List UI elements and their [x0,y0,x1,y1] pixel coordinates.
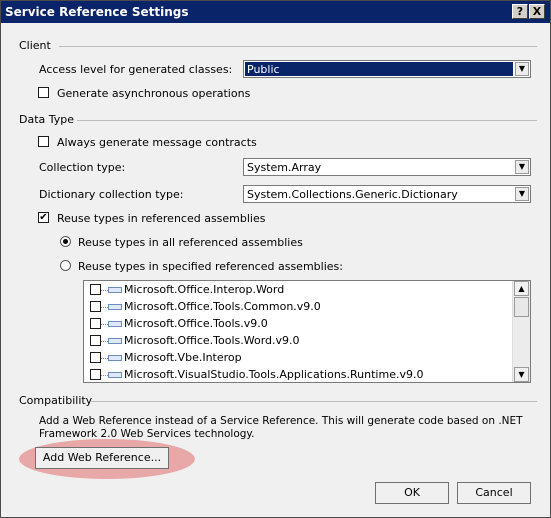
assembly-checkbox[interactable] [90,335,101,346]
async-operations-label[interactable]: Generate asynchronous operations [57,87,250,100]
arrow-up-icon[interactable]: ▲ [514,281,529,296]
list-item[interactable]: Microsoft.VisualStudio.Tools.Application… [84,366,512,382]
dictionary-type-label: Dictionary collection type: [39,188,184,201]
reuse-types-label[interactable]: Reuse types in referenced assemblies [57,212,266,225]
scrollbar-thumb[interactable] [514,297,529,317]
assembly-icon [101,321,122,327]
reuse-all-radio[interactable] [60,236,71,247]
assembly-name: Microsoft.Office.Tools.v9.0 [124,317,268,330]
compatibility-description-line1: Add a Web Reference instead of a Service… [39,415,523,427]
reuse-specified-radio[interactable] [60,260,71,271]
close-button[interactable]: X [529,4,545,19]
data-type-section-divider [77,120,537,121]
access-level-label: Access level for generated classes: [39,63,233,76]
selection-highlight [245,62,513,76]
assembly-name: Microsoft.VisualStudio.Tools.Application… [124,368,424,381]
always-generate-contracts-label[interactable]: Always generate message contracts [57,136,257,149]
reuse-specified-label[interactable]: Reuse types in specified referenced asse… [78,260,343,273]
assembly-name: Microsoft.Office.Tools.Common.v9.0 [124,300,321,313]
assembly-checkbox[interactable] [90,369,101,380]
client-section-label: Client [19,39,51,52]
add-web-reference-button[interactable]: Add Web Reference... [35,447,169,469]
list-item[interactable]: Microsoft.Office.Tools.Common.v9.0 [84,298,512,315]
assembly-icon [101,304,122,310]
chevron-down-icon[interactable]: ▼ [515,62,529,76]
dictionary-type-dropdown[interactable]: System.Collections.Generic.Dictionary ▼ [243,185,531,203]
client-section-divider [59,46,537,47]
list-item[interactable]: Microsoft.Office.Tools.v9.0 [84,315,512,332]
assembly-checkbox[interactable] [90,318,101,329]
assembly-name: Microsoft.Vbe.Interop [124,351,242,364]
assembly-name: Microsoft.Office.Interop.Word [124,283,285,296]
assemblies-scrollbar[interactable]: ▲ ▼ [512,281,530,382]
assembly-icon [101,372,122,378]
compatibility-description-line2: Framework 2.0 Web Services technology. [39,428,255,440]
reuse-all-label[interactable]: Reuse types in all referenced assemblies [78,236,303,249]
cancel-button[interactable]: Cancel [457,482,531,504]
async-operations-checkbox[interactable] [38,87,49,98]
collection-type-dropdown[interactable]: System.Array ▼ [243,158,531,176]
list-item[interactable]: Microsoft.Office.Tools.Word.v9.0 [84,332,512,349]
assembly-icon [101,287,122,293]
assembly-checkbox[interactable] [90,284,101,295]
assembly-checkbox[interactable] [90,301,101,312]
list-item[interactable]: Microsoft.Vbe.Interop [84,349,512,366]
compatibility-section-divider [91,401,537,402]
referenced-assemblies-list[interactable]: Microsoft.Office.Interop.Word Microsoft.… [83,280,531,383]
access-level-dropdown[interactable]: Public ▼ [243,60,531,78]
assembly-name: Microsoft.Office.Tools.Word.v9.0 [124,334,300,347]
reuse-types-checkbox[interactable]: ✔ [38,212,49,223]
assembly-icon [101,338,122,344]
help-button[interactable]: ? [512,4,528,19]
ok-button[interactable]: OK [375,482,449,504]
service-reference-settings-dialog: Service Reference Settings ? X Client Ac… [0,0,551,518]
window-title: Service Reference Settings [5,5,189,19]
chevron-down-icon[interactable]: ▼ [515,160,529,174]
arrow-down-icon[interactable]: ▼ [514,367,529,382]
assembly-checkbox[interactable] [90,352,101,363]
dictionary-type-value: System.Collections.Generic.Dictionary [247,188,458,201]
chevron-down-icon[interactable]: ▼ [515,187,529,201]
list-item[interactable]: Microsoft.Office.Interop.Word [84,281,512,298]
data-type-section-label: Data Type [19,113,75,126]
always-generate-contracts-checkbox[interactable] [38,136,49,147]
access-level-value: Public [247,63,280,76]
assembly-icon [101,355,122,361]
collection-type-value: System.Array [247,161,322,174]
title-bar[interactable]: Service Reference Settings ? X [1,1,550,23]
radio-selected-dot [63,239,68,244]
compatibility-section-label: Compatibility [19,394,93,407]
collection-type-label: Collection type: [39,161,126,174]
